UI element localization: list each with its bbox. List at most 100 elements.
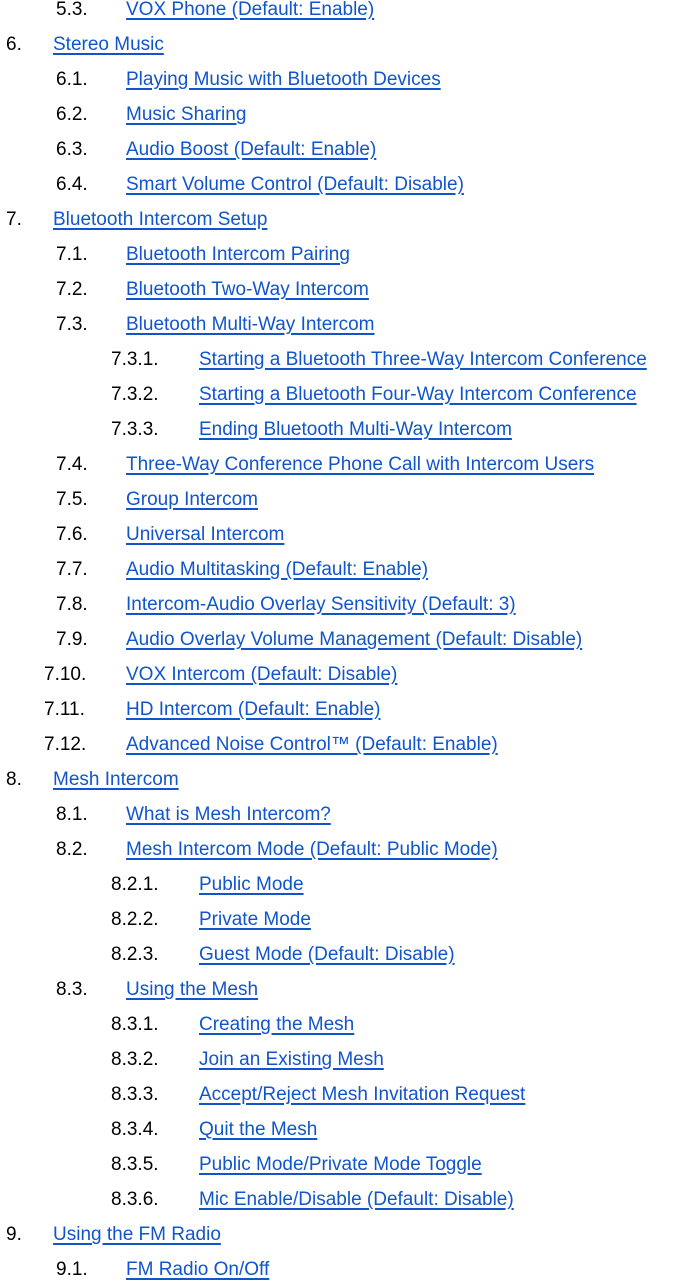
toc-entry: 8.2.3. Guest Mode (Default: Disable)	[0, 937, 677, 972]
toc-entry-link[interactable]: Join an Existing Mesh	[199, 1042, 384, 1077]
toc-entry: 8.3.4. Quit the Mesh	[0, 1112, 677, 1147]
toc-entry-link[interactable]: Audio Overlay Volume Management (Default…	[126, 622, 582, 657]
toc-entry: 8.3.1. Creating the Mesh	[0, 1007, 677, 1042]
toc-entry: 8.3. Using the Mesh	[0, 972, 677, 1007]
toc-entry-number: 7.3.1.	[111, 349, 159, 370]
toc-entry: 8.3.3. Accept/Reject Mesh Invitation Requ…	[0, 1077, 677, 1112]
toc-entry: 7. Bluetooth Intercom Setup	[0, 202, 677, 237]
toc-entry-link[interactable]: Playing Music with Bluetooth Devices	[126, 62, 441, 97]
toc-entry-number: 7.5.	[56, 489, 88, 510]
toc-entry-link[interactable]: Mic Enable/Disable (Default: Disable)	[199, 1182, 514, 1217]
toc-entry-link[interactable]: Bluetooth Intercom Setup	[53, 202, 267, 237]
toc-entry: 7.3.3. Ending Bluetooth Multi-Way Interco…	[0, 412, 677, 447]
toc-entry-link[interactable]: FM Radio On/Off	[126, 1252, 269, 1287]
toc-entry-number: 7.12.	[44, 734, 87, 755]
toc-entry-link[interactable]: Audio Multitasking (Default: Enable)	[126, 552, 428, 587]
toc-entry-link[interactable]: Starting a Bluetooth Four-Way Intercom C…	[199, 377, 637, 412]
toc-entry-link[interactable]: Accept/Reject Mesh Invitation Request	[199, 1077, 525, 1112]
table-of-contents: 5.3. VOX Phone (Default: Enable) 6. Stereo …	[0, 0, 677, 1287]
toc-entry-number: 7.9.	[56, 629, 88, 650]
toc-entry-number: 8.2.	[56, 839, 88, 860]
toc-entry-link[interactable]: Starting a Bluetooth Three-Way Intercom …	[199, 342, 647, 377]
toc-entry: 7.3.2. Starting a Bluetooth Four-Way Inte…	[0, 377, 677, 412]
toc-entry-link[interactable]: Public Mode	[199, 867, 304, 902]
toc-entry-link[interactable]: Using the FM Radio	[53, 1217, 221, 1252]
toc-entry: 7.1. Bluetooth Intercom Pairing	[0, 237, 677, 272]
toc-entry: 7.10. VOX Intercom (Default: Disable)	[0, 657, 677, 692]
toc-entry: 7.5. Group Intercom	[0, 482, 677, 517]
toc-entry: 7.2. Bluetooth Two-Way Intercom	[0, 272, 677, 307]
toc-entry: 6.2. Music Sharing	[0, 97, 677, 132]
toc-entry: 7.11. HD Intercom (Default: Enable)	[0, 692, 677, 727]
toc-entry-number: 8.3.5.	[111, 1154, 159, 1175]
toc-entry: 7.12. Advanced Noise Control™ (Default: E…	[0, 727, 677, 762]
toc-entry-link[interactable]: Advanced Noise Control™ (Default: Enable…	[126, 727, 498, 762]
toc-entry-number: 8.1.	[56, 804, 88, 825]
toc-entry-link[interactable]: Three-Way Conference Phone Call with Int…	[126, 447, 594, 482]
toc-entry: 9.1. FM Radio On/Off	[0, 1252, 677, 1287]
toc-entry-number: 8.3.	[56, 979, 88, 1000]
toc-entry-link[interactable]: VOX Intercom (Default: Disable)	[126, 657, 397, 692]
toc-entry-number: 7.8.	[56, 594, 88, 615]
toc-entry-link[interactable]: Universal Intercom	[126, 517, 284, 552]
toc-entry-number: 8.3.1.	[111, 1014, 159, 1035]
toc-entry-link[interactable]: HD Intercom (Default: Enable)	[126, 692, 381, 727]
toc-entry: 7.6. Universal Intercom	[0, 517, 677, 552]
toc-entry-number: 6.	[6, 34, 22, 55]
toc-entry: 7.3.1. Starting a Bluetooth Three-Way Int…	[0, 342, 677, 377]
toc-entry-link[interactable]: Intercom-Audio Overlay Sensitivity (Defa…	[126, 587, 516, 622]
toc-entry-number: 8.2.3.	[111, 944, 159, 965]
toc-entry-number: 7.3.	[56, 314, 88, 335]
toc-entry-link[interactable]: Audio Boost (Default: Enable)	[126, 132, 376, 167]
toc-entry: 7.9. Audio Overlay Volume Management (Def…	[0, 622, 677, 657]
toc-entry-link[interactable]: Music Sharing	[126, 97, 246, 132]
toc-entry-link[interactable]: What is Mesh Intercom?	[126, 797, 331, 832]
toc-entry: 5.3. VOX Phone (Default: Enable)	[0, 0, 677, 27]
toc-entry-number: 6.3.	[56, 139, 88, 160]
toc-entry: 8. Mesh Intercom	[0, 762, 677, 797]
toc-entry: 9. Using the FM Radio	[0, 1217, 677, 1252]
toc-entry-link[interactable]: Bluetooth Two-Way Intercom	[126, 272, 369, 307]
toc-entry: 7.4. Three-Way Conference Phone Call with…	[0, 447, 677, 482]
toc-entry: 6.3. Audio Boost (Default: Enable)	[0, 132, 677, 167]
toc-entry-number: 7.3.2.	[111, 384, 159, 405]
toc-entry-link[interactable]: Guest Mode (Default: Disable)	[199, 937, 455, 972]
toc-entry: 7.8. Intercom-Audio Overlay Sensitivity (…	[0, 587, 677, 622]
toc-entry-link[interactable]: Group Intercom	[126, 482, 258, 517]
toc-entry: 8.3.5. Public Mode/Private Mode Toggle	[0, 1147, 677, 1182]
toc-entry-link[interactable]: Mesh Intercom	[53, 762, 179, 797]
toc-entry-number: 6.1.	[56, 69, 88, 90]
toc-entry-number: 7.4.	[56, 454, 88, 475]
toc-entry-link[interactable]: Bluetooth Intercom Pairing	[126, 237, 350, 272]
toc-entry-link[interactable]: Creating the Mesh	[199, 1007, 354, 1042]
toc-entry-number: 7.3.3.	[111, 419, 159, 440]
toc-entry: 8.2.2. Private Mode	[0, 902, 677, 937]
toc-entry-number: 5.3.	[56, 0, 88, 20]
toc-entry-link[interactable]: Ending Bluetooth Multi-Way Intercom	[199, 412, 512, 447]
toc-entry-number: 7.7.	[56, 559, 88, 580]
toc-entry-number: 8.2.1.	[111, 874, 159, 895]
toc-entry-link[interactable]: Stereo Music	[53, 27, 164, 62]
toc-entry-link[interactable]: Bluetooth Multi-Way Intercom	[126, 307, 375, 342]
toc-entry-link[interactable]: VOX Phone (Default: Enable)	[126, 0, 374, 27]
toc-entry-number: 9.1.	[56, 1259, 88, 1280]
toc-entry: 8.3.2. Join an Existing Mesh	[0, 1042, 677, 1077]
toc-entry: 8.2. Mesh Intercom Mode (Default: Public …	[0, 832, 677, 867]
toc-entry-link[interactable]: Private Mode	[199, 902, 311, 937]
toc-entry-link[interactable]: Quit the Mesh	[199, 1112, 317, 1147]
toc-entry-link[interactable]: Using the Mesh	[126, 972, 258, 1007]
toc-entry-number: 6.2.	[56, 104, 88, 125]
toc-entry: 6.1. Playing Music with Bluetooth Devices	[0, 62, 677, 97]
toc-entry-number: 7.10.	[44, 664, 87, 685]
toc-entry-link[interactable]: Mesh Intercom Mode (Default: Public Mode…	[126, 832, 498, 867]
toc-entry-number: 7.11.	[44, 699, 85, 720]
toc-entry: 8.3.6. Mic Enable/Disable (Default: Disab…	[0, 1182, 677, 1217]
toc-entry: 6. Stereo Music	[0, 27, 677, 62]
toc-entry-number: 7.	[6, 209, 22, 230]
toc-entry-number: 8.3.2.	[111, 1049, 159, 1070]
toc-entry: 7.3. Bluetooth Multi-Way Intercom	[0, 307, 677, 342]
toc-entry-number: 7.6.	[56, 524, 88, 545]
toc-entry-number: 8.3.3.	[111, 1084, 159, 1105]
toc-entry-link[interactable]: Public Mode/Private Mode Toggle	[199, 1147, 482, 1182]
toc-entry-link[interactable]: Smart Volume Control (Default: Disable)	[126, 167, 464, 202]
